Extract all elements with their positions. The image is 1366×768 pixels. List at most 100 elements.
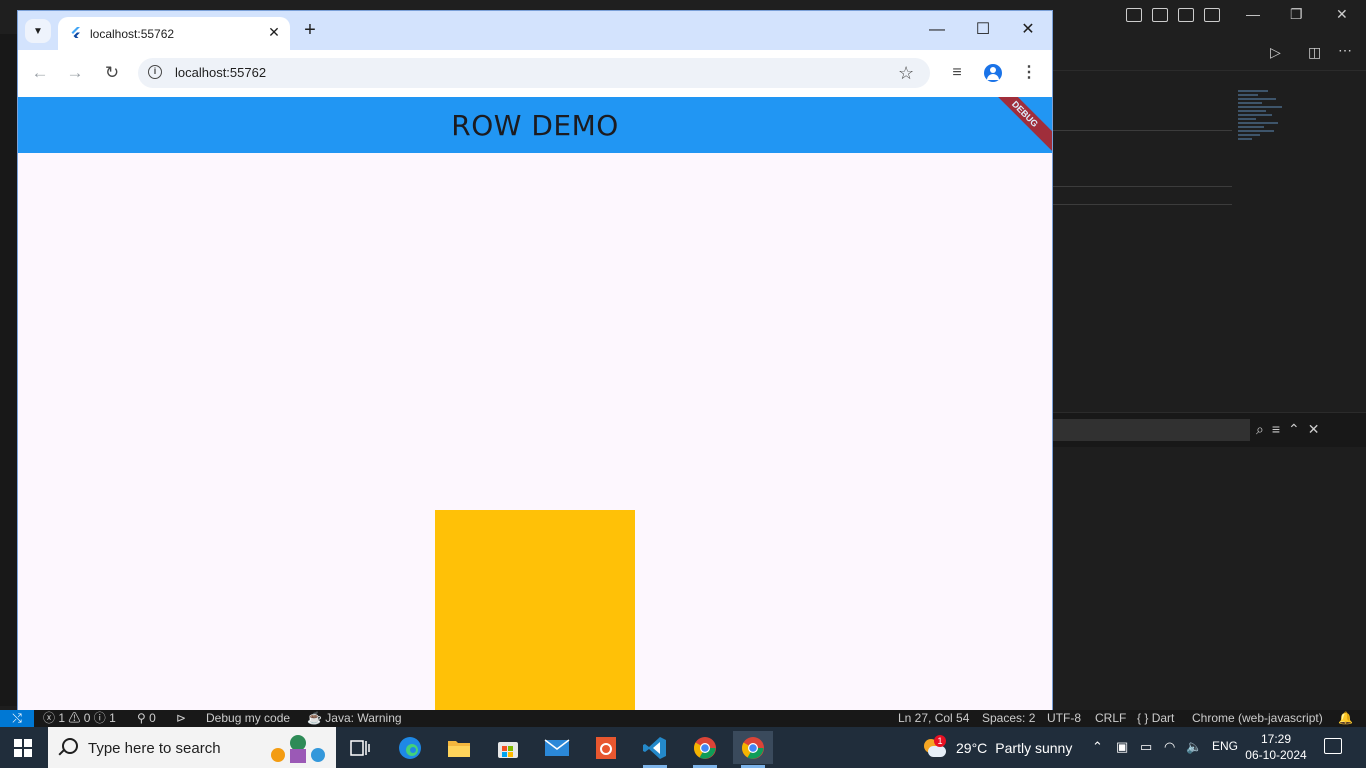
wifi-icon[interactable]: ◠ <box>1164 739 1175 755</box>
weather-widget[interactable]: 1 29°C Partly sunny <box>922 733 1072 763</box>
weather-description: Partly sunny <box>995 740 1073 756</box>
snipping-tool-icon[interactable] <box>586 731 626 764</box>
problems-indicator[interactable]: ⓧ 1 ⚠ 0 ⓘ 1 <box>43 711 116 726</box>
chrome-window: ▼ localhost:55762 ✕ + — ☐ ✕ ← → ↻ i loca… <box>18 11 1052 710</box>
file-explorer-icon[interactable] <box>439 731 479 764</box>
toggle-panel-icon[interactable] <box>1152 8 1168 22</box>
maximize-icon[interactable]: ☐ <box>973 21 993 39</box>
ports-count: 0 <box>149 711 156 725</box>
show-hidden-icons-chevron-up-icon[interactable]: ⌃ <box>1092 739 1103 755</box>
minimap[interactable] <box>1238 88 1302 178</box>
layout-controls <box>1126 8 1220 22</box>
maximize-panel-icon[interactable]: ⌃ <box>1288 421 1300 438</box>
clock-date: 06-10-2024 <box>1245 748 1307 762</box>
panel-filter-input[interactable] <box>1052 419 1250 441</box>
windows-start-icon[interactable] <box>14 739 32 757</box>
vscode-taskbar-icon[interactable] <box>635 731 675 768</box>
app-bar: ROW DEMO <box>18 97 1052 153</box>
error-icon: ⓧ <box>43 711 56 725</box>
search-icon <box>62 738 78 754</box>
media-controls-icon[interactable]: ≡ <box>946 62 968 84</box>
url-text[interactable]: localhost:55762 <box>175 65 266 80</box>
more-actions-icon[interactable]: ⋯ <box>1338 42 1352 59</box>
bookmark-star-icon[interactable]: ☆ <box>898 63 914 84</box>
vscode-restore-icon[interactable]: ❐ <box>1290 6 1303 23</box>
language-mode[interactable]: { } Dart <box>1137 711 1174 726</box>
tab-close-icon[interactable]: ✕ <box>266 24 282 40</box>
warning-count: 0 <box>83 711 91 725</box>
activity-bar <box>0 34 18 706</box>
close-window-icon[interactable]: ✕ <box>1018 21 1038 39</box>
notifications-bell-icon[interactable]: 🔔 <box>1338 711 1353 726</box>
chrome-taskbar-icon-second[interactable] <box>733 731 773 768</box>
braces-icon: { } <box>1137 711 1149 725</box>
system-clock[interactable]: 17:29 06-10-2024 <box>1244 731 1308 763</box>
tab-strip: ▼ localhost:55762 ✕ + — ☐ ✕ <box>18 11 1052 50</box>
toggle-secondary-sidebar-icon[interactable] <box>1178 8 1194 22</box>
back-icon[interactable]: ← <box>30 63 50 83</box>
info-icon: ⓘ <box>93 711 106 725</box>
flutter-icon <box>71 27 80 38</box>
java-status-label: Java: Warning <box>325 711 402 725</box>
clear-output-icon[interactable]: ≡ <box>1272 421 1280 438</box>
editor-divider <box>1052 186 1232 187</box>
find-icon[interactable]: ⌕ <box>1256 421 1264 438</box>
forward-icon[interactable]: → <box>65 63 85 83</box>
toggle-sidebar-icon[interactable] <box>1126 8 1142 22</box>
minimize-icon[interactable]: — <box>927 21 947 39</box>
run-debug-icon[interactable]: ▷ <box>1270 44 1281 61</box>
notification-center-icon[interactable] <box>1324 738 1342 754</box>
ports-icon: ⚲ <box>137 711 146 725</box>
error-count: 1 <box>58 711 66 725</box>
customize-layout-icon[interactable] <box>1204 8 1220 22</box>
warning-icon: ⚠ <box>68 711 81 725</box>
language-label: Dart <box>1151 711 1175 725</box>
info-count: 1 <box>109 711 116 725</box>
battery-icon[interactable]: ▭ <box>1140 739 1152 755</box>
editor-divider <box>1052 204 1232 205</box>
line-ending[interactable]: CRLF <box>1095 711 1126 726</box>
vscode-close-icon[interactable]: ✕ <box>1336 6 1348 23</box>
java-status-item[interactable]: ☕ Java: Warning <box>307 711 402 726</box>
tab-search-button[interactable]: ▼ <box>25 19 51 43</box>
panel-actions: ⌕ ≡ ⌃ ✕ <box>1256 421 1319 438</box>
weather-temperature: 29°C <box>956 740 988 756</box>
reload-icon[interactable]: ↻ <box>102 63 122 83</box>
status-bar: ⤭ ⓧ 1 ⚠ 0 ⓘ 1 ⚲ 0 ⊳ Debug my code ☕ Java… <box>0 710 1366 727</box>
yellow-container <box>435 510 635 710</box>
windows-taskbar: Type here to search 1 29°C Partly sunny … <box>0 727 1366 768</box>
meet-now-icon[interactable]: ▣ <box>1116 739 1128 755</box>
volume-icon[interactable]: 🔈 <box>1186 739 1202 755</box>
address-bar[interactable]: i localhost:55762 ☆ <box>138 58 930 88</box>
app-title: ROW DEMO <box>451 108 619 142</box>
editor-toolbar: ▷ ◫ ⋯ <box>1052 34 1366 71</box>
remote-indicator-icon[interactable]: ⤭ <box>0 710 34 727</box>
site-info-icon[interactable]: i <box>148 65 162 79</box>
task-view-icon[interactable] <box>340 731 380 764</box>
search-highlight-illustration <box>271 735 325 763</box>
chrome-menu-icon[interactable]: ⋮ <box>1018 62 1040 84</box>
close-panel-icon[interactable]: ✕ <box>1308 421 1320 438</box>
profile-avatar-icon[interactable] <box>984 64 1002 82</box>
mail-icon[interactable] <box>537 731 577 764</box>
cursor-position[interactable]: Ln 27, Col 54 <box>898 711 969 726</box>
input-language[interactable]: ENG <box>1212 739 1238 753</box>
split-editor-icon[interactable]: ◫ <box>1308 44 1321 61</box>
debug-icon[interactable]: ⊳ <box>176 711 186 726</box>
partly-sunny-icon: 1 <box>922 735 948 759</box>
search-placeholder: Type here to search <box>88 740 221 757</box>
indentation[interactable]: Spaces: 2 <box>982 711 1035 726</box>
ports-indicator[interactable]: ⚲ 0 <box>137 711 156 726</box>
encoding[interactable]: UTF-8 <box>1047 711 1081 726</box>
device-selector[interactable]: Chrome (web-javascript) <box>1192 711 1323 726</box>
vscode-minimize-icon[interactable]: — <box>1246 6 1260 22</box>
browser-tab[interactable]: localhost:55762 ✕ <box>58 17 290 50</box>
chrome-taskbar-icon[interactable] <box>685 731 725 768</box>
debug-my-code-button[interactable]: Debug my code <box>206 711 290 726</box>
clock-time: 17:29 <box>1260 732 1292 746</box>
microsoft-store-icon[interactable] <box>488 731 528 764</box>
edge-icon[interactable] <box>390 731 430 764</box>
new-tab-button[interactable]: + <box>300 20 320 40</box>
coffee-icon: ☕ <box>307 711 322 725</box>
taskbar-search[interactable]: Type here to search <box>48 727 336 768</box>
